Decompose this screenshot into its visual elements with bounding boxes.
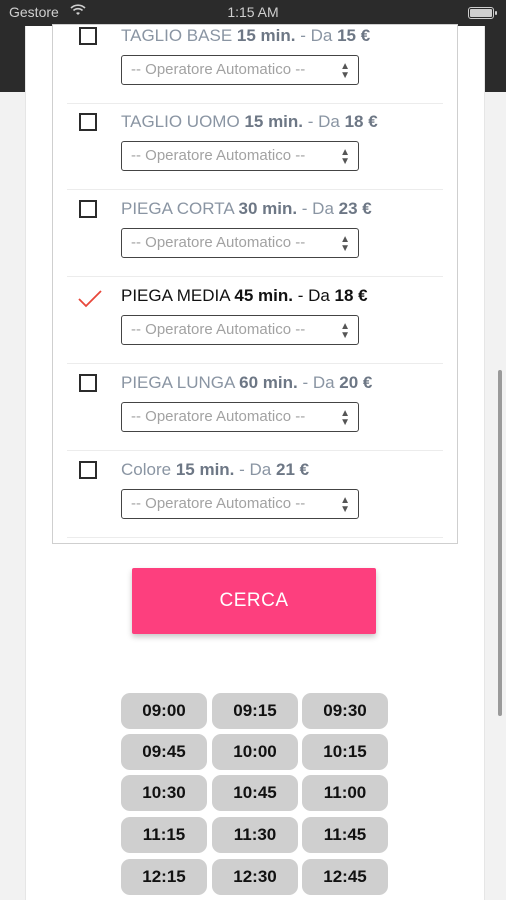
checkbox[interactable] xyxy=(79,27,97,45)
chevron-updown-icon: ▲ ▼ xyxy=(340,495,350,515)
checkbox[interactable] xyxy=(79,113,97,131)
chevron-updown-icon: ▲ ▼ xyxy=(340,147,350,167)
checkbox[interactable] xyxy=(79,200,97,218)
time-slot[interactable]: 11:30 xyxy=(212,817,298,853)
service-item-taglio-uomo[interactable]: TAGLIO UOMO 15 min. - Da 18 € -- Operato… xyxy=(67,103,443,190)
services-list: TAGLIO BASE 15 min. - Da 15 € -- Operato… xyxy=(52,24,458,544)
time-slot[interactable]: 09:45 xyxy=(121,734,207,770)
chevron-updown-icon: ▲ ▼ xyxy=(340,234,350,254)
service-title: TAGLIO BASE 15 min. - Da 15 € xyxy=(121,26,371,45)
checkbox[interactable] xyxy=(79,374,97,392)
service-item-taglio-base[interactable]: TAGLIO BASE 15 min. - Da 15 € -- Operato… xyxy=(67,17,443,104)
scrollbar[interactable] xyxy=(498,370,502,716)
service-title: PIEGA LUNGA 60 min. - Da 20 € xyxy=(121,373,373,392)
service-title: Colore 15 min. - Da 21 € xyxy=(121,460,310,479)
time-slot[interactable]: 11:15 xyxy=(121,817,207,853)
time-slot[interactable]: 10:45 xyxy=(212,775,298,811)
search-button[interactable]: CERCA xyxy=(132,568,376,634)
service-item-piega-media[interactable]: PIEGA MEDIA 45 min. - Da 18 € -- Operato… xyxy=(67,277,443,364)
operator-select[interactable]: -- Operatore Automatico -- ▲ ▼ xyxy=(121,402,359,432)
service-item-piega-lunga[interactable]: PIEGA LUNGA 60 min. - Da 20 € -- Operato… xyxy=(67,364,443,451)
time-slot[interactable]: 09:15 xyxy=(212,693,298,729)
checkbox[interactable] xyxy=(79,461,97,479)
operator-select[interactable]: -- Operatore Automatico -- ▲ ▼ xyxy=(121,315,359,345)
service-title: PIEGA MEDIA 45 min. - Da 18 € xyxy=(121,286,368,305)
chevron-updown-icon: ▲ ▼ xyxy=(340,321,350,341)
time-slot[interactable]: 12:45 xyxy=(302,859,388,895)
service-item-piega-corta[interactable]: PIEGA CORTA 30 min. - Da 23 € -- Operato… xyxy=(67,190,443,277)
booking-sheet: TAGLIO BASE 15 min. - Da 15 € -- Operato… xyxy=(25,24,485,900)
chevron-updown-icon: ▲ ▼ xyxy=(340,61,350,81)
operator-select[interactable]: -- Operatore Automatico -- ▲ ▼ xyxy=(121,55,359,85)
service-title: PIEGA CORTA 30 min. - Da 23 € xyxy=(121,199,372,218)
time-slot[interactable]: 12:30 xyxy=(212,859,298,895)
chevron-updown-icon: ▲ ▼ xyxy=(340,408,350,428)
time-slot[interactable]: 10:30 xyxy=(121,775,207,811)
operator-select[interactable]: -- Operatore Automatico -- ▲ ▼ xyxy=(121,141,359,171)
battery-icon xyxy=(468,7,497,19)
service-item-colore[interactable]: Colore 15 min. - Da 21 € -- Operatore Au… xyxy=(67,451,443,538)
time-slot[interactable]: 11:00 xyxy=(302,775,388,811)
time-slot[interactable]: 10:00 xyxy=(212,734,298,770)
time-slot[interactable]: 10:15 xyxy=(302,734,388,770)
operator-select[interactable]: -- Operatore Automatico -- ▲ ▼ xyxy=(121,228,359,258)
operator-select[interactable]: -- Operatore Automatico -- ▲ ▼ xyxy=(121,489,359,519)
service-title: TAGLIO UOMO 15 min. - Da 18 € xyxy=(121,112,378,131)
time-slot[interactable]: 09:30 xyxy=(302,693,388,729)
checkmark-icon[interactable] xyxy=(77,289,103,309)
time-slot[interactable]: 09:00 xyxy=(121,693,207,729)
time-slot[interactable]: 11:45 xyxy=(302,817,388,853)
time-slot[interactable]: 12:15 xyxy=(121,859,207,895)
